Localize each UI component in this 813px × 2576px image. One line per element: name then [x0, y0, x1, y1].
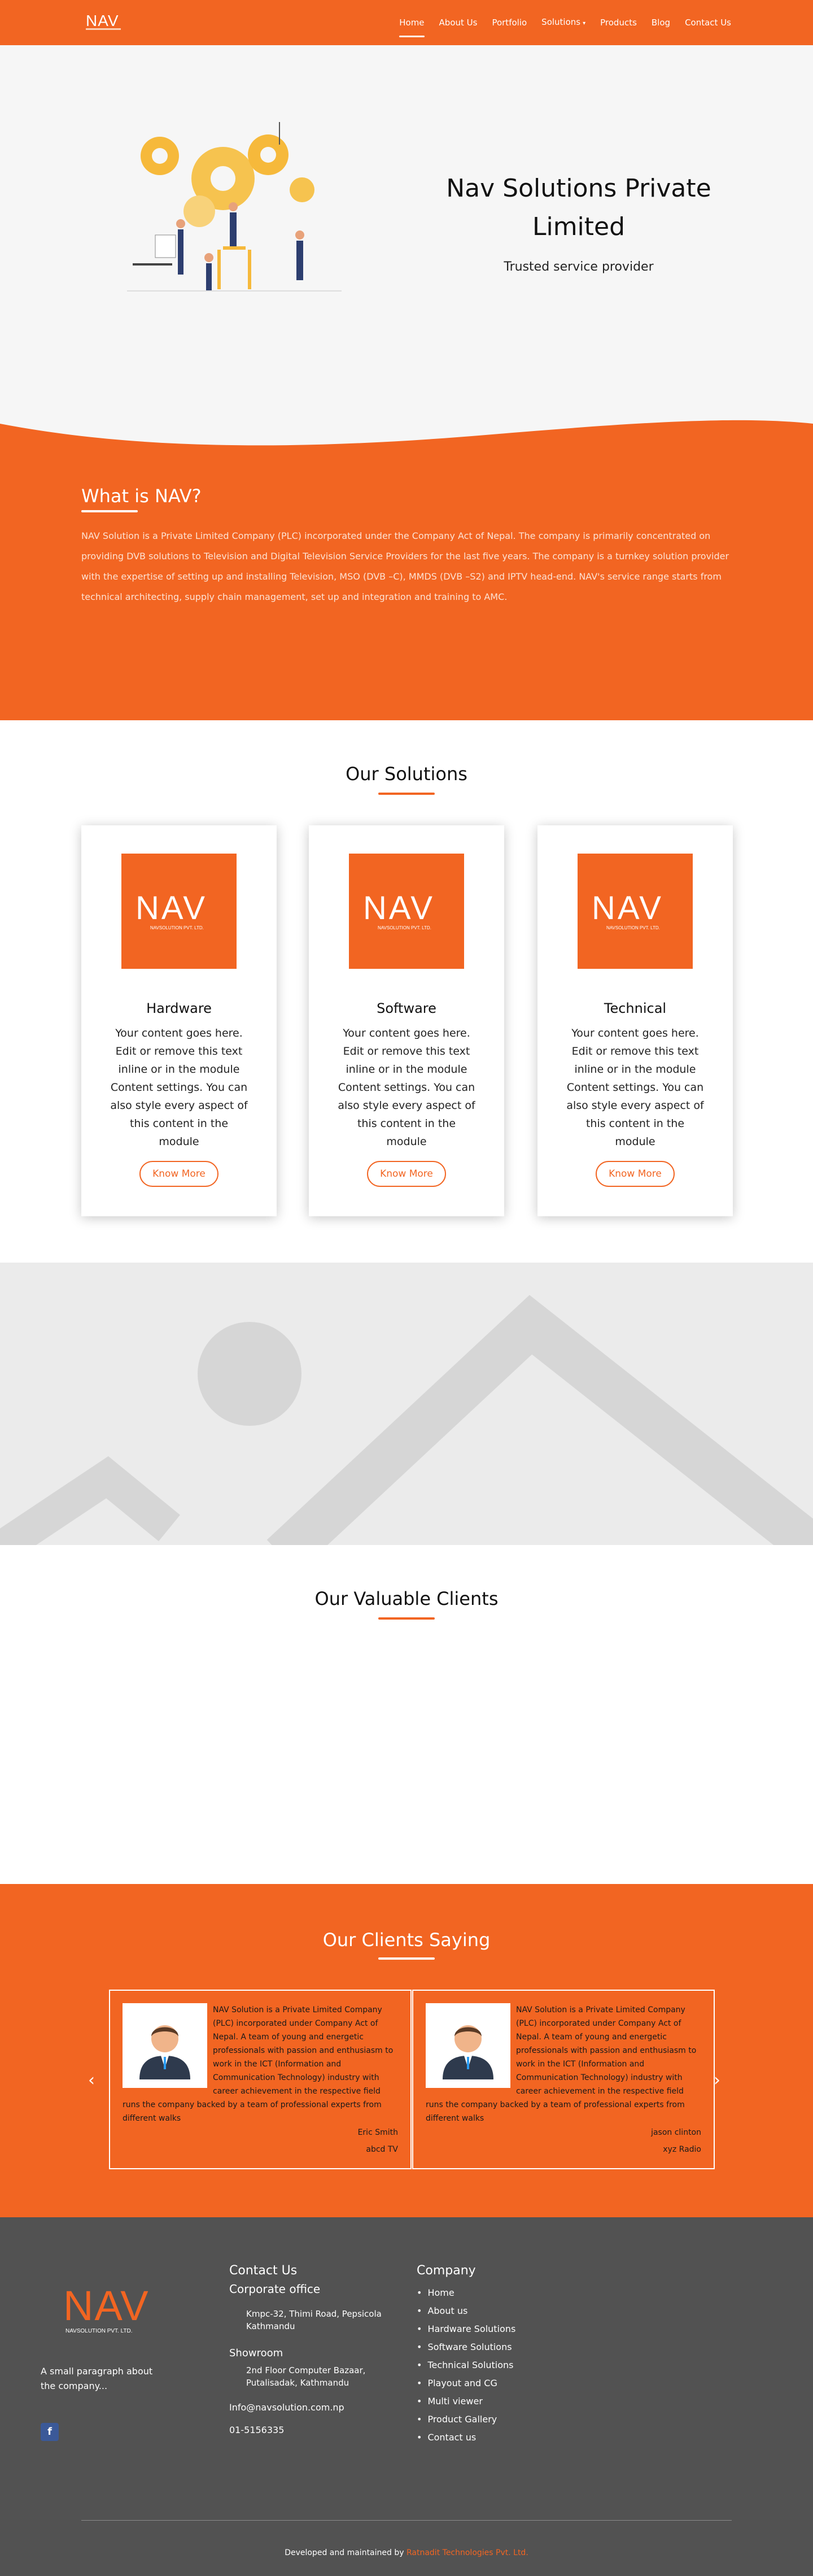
- clients-title: Our Valuable Clients: [314, 1588, 499, 1609]
- showroom-address: 2nd Floor Computer Bazaar, Putalisadak, …: [246, 2365, 366, 2388]
- author-name: jason clinton: [651, 2128, 701, 2137]
- title-underline: [81, 510, 138, 512]
- nav-logo-tile: NAV NAVSOLUTION PVT. LTD.: [121, 854, 237, 969]
- card-text: Your content goes here. Edit or remove t…: [566, 1027, 704, 1148]
- solutions-title: Our Solutions: [346, 763, 467, 785]
- copyright: Developed and maintained by Ratnadit Tec…: [0, 2548, 813, 2557]
- credit-prefix: Developed and maintained by: [285, 2548, 404, 2557]
- teamwork-gears-illustration: [127, 122, 342, 291]
- footer-link[interactable]: Technical Solutions: [417, 2356, 586, 2374]
- nav-portfolio[interactable]: Portfolio: [492, 0, 527, 45]
- card-title: Technical: [604, 1000, 667, 1016]
- chevron-right-icon[interactable]: ›: [714, 2070, 720, 2090]
- nav-logo-icon: NAV NAVSOLUTION PVT. LTD.: [363, 890, 435, 930]
- testimonial-author: Eric Smith abcd TV: [358, 2124, 398, 2158]
- solution-card-technical: NAV NAVSOLUTION PVT. LTD. Technical Your…: [537, 825, 733, 1216]
- svg-text:NAVSOLUTION PVT. LTD.: NAVSOLUTION PVT. LTD.: [378, 925, 431, 930]
- about-title: What is NAV?: [81, 485, 202, 507]
- clients-section: Our Valuable Clients: [0, 1545, 813, 1884]
- footer-link[interactable]: Home: [417, 2284, 586, 2302]
- nav-blog[interactable]: Blog: [652, 0, 670, 45]
- facebook-icon[interactable]: f: [41, 2423, 59, 2441]
- svg-text:NAVSOLUTION PVT. LTD.: NAVSOLUTION PVT. LTD.: [65, 2328, 133, 2334]
- chevron-down-icon: ▾: [583, 20, 586, 27]
- contact-email[interactable]: Info@navsolution.com.np: [229, 2401, 399, 2414]
- svg-text:NAV: NAV: [363, 890, 435, 926]
- know-more-button[interactable]: Know More: [367, 1161, 446, 1187]
- solution-card-software: NAV NAVSOLUTION PVT. LTD. Software Your …: [309, 825, 504, 1216]
- contact-phone[interactable]: 01-5156335: [229, 2424, 399, 2436]
- nav-solutions-label: Solutions: [541, 16, 581, 27]
- footer-link[interactable]: Product Gallery: [417, 2410, 586, 2429]
- nav-products[interactable]: Products: [600, 0, 637, 45]
- footer-link[interactable]: Software Solutions: [417, 2338, 586, 2356]
- nav-solutions[interactable]: Solutions ▾: [541, 0, 585, 46]
- nav-logo-tile: NAV NAVSOLUTION PVT. LTD.: [578, 854, 693, 969]
- testimonial-card: NAV Solution is a Private Limited Compan…: [109, 1990, 412, 2169]
- testimonial-author: jason clinton xyz Radio: [651, 2124, 701, 2158]
- hero-section: Nav Solutions Private Limited Trusted se…: [0, 45, 813, 452]
- solutions-section: Our Solutions NAV NAVSOLUTION PVT. LTD. …: [0, 720, 813, 1263]
- author-company: xyz Radio: [663, 2145, 701, 2154]
- card-title: Software: [377, 1000, 436, 1016]
- card-text: Your content goes here. Edit or remove t…: [338, 1027, 475, 1148]
- footer-link[interactable]: Multi viewer: [417, 2392, 586, 2410]
- nav-logo[interactable]: NAV: [85, 11, 122, 32]
- hero-subtitle: Trusted service provider: [504, 260, 654, 274]
- title-underline: [378, 1617, 435, 1620]
- know-more-button[interactable]: Know More: [139, 1161, 218, 1187]
- wave-divider: [0, 420, 813, 452]
- site-header: NAV Home About Us Portfolio Solutions ▾ P…: [0, 0, 813, 45]
- footer-link[interactable]: About us: [417, 2302, 586, 2320]
- author-name: Eric Smith: [357, 2128, 398, 2137]
- testimonials-section: Our Clients Saying ‹ NAV Solution is a P…: [0, 1884, 813, 2217]
- placeholder-image-icon: [0, 1295, 813, 1545]
- footer-company: Company Home About us Hardware Solutions…: [417, 2262, 586, 2447]
- office-label: Corporate office: [229, 2282, 321, 2296]
- footer-divider: [81, 2520, 732, 2521]
- footer-tagline: A small paragraph about the company...: [41, 2366, 153, 2391]
- solution-card-hardware: NAV NAVSOLUTION PVT. LTD. Hardware Your …: [81, 825, 277, 1216]
- svg-text:NAV: NAV: [136, 890, 207, 926]
- credit-link[interactable]: Ratnadit Technologies Pvt. Ltd.: [406, 2548, 528, 2557]
- nav-home[interactable]: Home: [399, 0, 425, 45]
- company-links: Home About us Hardware Solutions Softwar…: [417, 2284, 586, 2447]
- footer-contact: Contact Us Corporate office Kmpc-32, Thi…: [229, 2262, 399, 2436]
- footer-logo[interactable]: NAV NAVSOLUTION PVT. LTD.: [62, 2285, 152, 2336]
- nav-contact[interactable]: Contact Us: [685, 0, 731, 45]
- svg-text:NAVSOLUTION PVT. LTD.: NAVSOLUTION PVT. LTD.: [150, 925, 204, 930]
- contact-title: Contact Us: [229, 2264, 298, 2278]
- card-title: Hardware: [146, 1000, 212, 1016]
- footer-link[interactable]: Playout and CG: [417, 2374, 586, 2392]
- testimonials-title: Our Clients Saying: [322, 1929, 491, 1951]
- title-underline: [378, 793, 435, 795]
- svg-text:NAV: NAV: [86, 12, 119, 29]
- nav-logo-icon: NAV NAVSOLUTION PVT. LTD.: [592, 890, 663, 930]
- about-section: What is NAV? NAV Solution is a Private L…: [0, 451, 813, 720]
- card-text: Your content goes here. Edit or remove t…: [110, 1027, 248, 1148]
- footer-link[interactable]: Contact us: [417, 2429, 586, 2447]
- svg-text:NAV: NAV: [63, 2285, 150, 2329]
- showroom-label: Showroom: [229, 2347, 283, 2359]
- testimonial-card: NAV Solution is a Private Limited Compan…: [412, 1990, 715, 2169]
- footer-link[interactable]: Hardware Solutions: [417, 2320, 586, 2338]
- main-nav: Home About Us Portfolio Solutions ▾ Produ…: [384, 0, 731, 45]
- svg-text:NAVSOLUTION PVT. LTD.: NAVSOLUTION PVT. LTD.: [606, 925, 660, 930]
- testimonial-text: NAV Solution is a Private Limited Compan…: [123, 2005, 394, 2123]
- office-address: Kmpc-32, Thimi Road, Pepsicola Kathmandu: [246, 2309, 382, 2331]
- chevron-left-icon[interactable]: ‹: [88, 2070, 95, 2090]
- testimonial-text: NAV Solution is a Private Limited Compan…: [426, 2005, 697, 2123]
- author-company: abcd TV: [366, 2145, 398, 2154]
- hero-title: Nav Solutions Private Limited: [446, 174, 711, 241]
- about-text: NAV Solution is a Private Limited Compan…: [81, 530, 729, 602]
- company-title: Company: [417, 2264, 476, 2278]
- nav-logo-icon: NAV NAVSOLUTION PVT. LTD.: [136, 890, 207, 930]
- svg-text:NAV: NAV: [592, 890, 663, 926]
- site-footer: NAV NAVSOLUTION PVT. LTD. A small paragr…: [0, 2217, 813, 2576]
- title-underline: [378, 1957, 435, 1960]
- nav-about[interactable]: About Us: [439, 0, 478, 45]
- nav-logo-tile: NAV NAVSOLUTION PVT. LTD.: [349, 854, 464, 969]
- image-placeholder: [0, 1263, 813, 1545]
- know-more-button[interactable]: Know More: [596, 1161, 675, 1187]
